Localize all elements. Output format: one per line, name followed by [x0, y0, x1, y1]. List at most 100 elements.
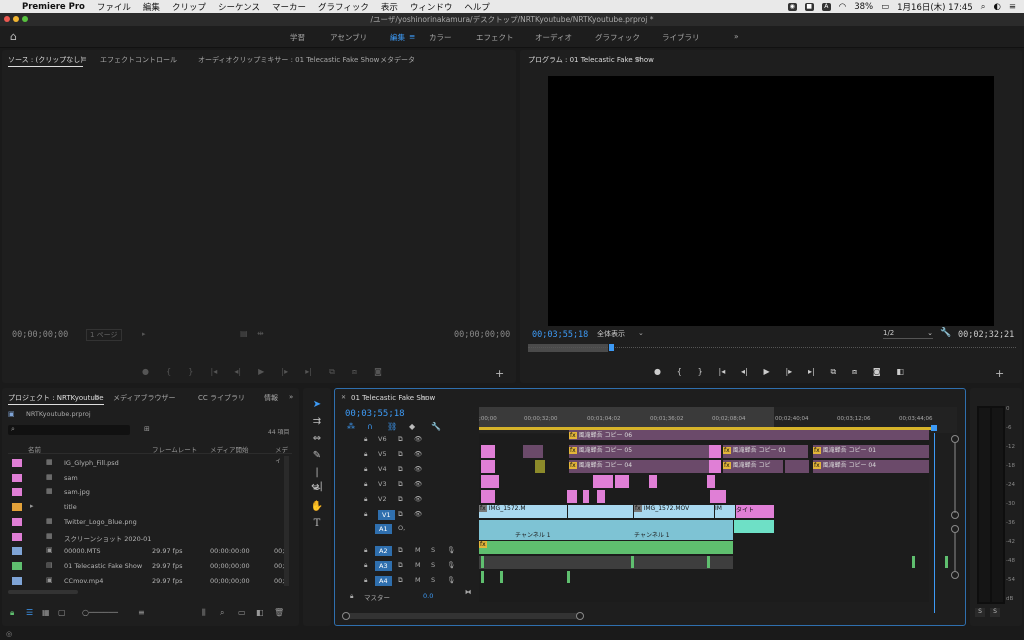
new-item-icon[interactable]: ◧: [256, 608, 264, 617]
workspace-menu-icon[interactable]: ≡: [409, 32, 415, 41]
project-scrollbar[interactable]: [284, 456, 289, 586]
track-target-audio[interactable]: A4: [375, 576, 392, 586]
clip-v4-c[interactable]: fx 風滝蝉吾 コピー 04: [813, 460, 929, 473]
audio-clip-segment[interactable]: [912, 556, 915, 568]
audio-vertical-scrollbar[interactable]: [954, 533, 956, 571]
scroll-handle-left[interactable]: [342, 612, 350, 620]
source-step-back-icon[interactable]: ◂|: [234, 367, 241, 377]
audio-zoom-handle-bottom[interactable]: [951, 571, 959, 579]
project-row[interactable]: ▣ CCmov.mp4 29.97 fps 00;00;00;00 00;0: [8, 574, 292, 588]
timeline-close-icon[interactable]: ✕: [341, 394, 346, 401]
workspace-color[interactable]: カラー: [429, 32, 452, 43]
project-row[interactable]: ▦ IG_Glyph_Fill.psd: [8, 456, 292, 470]
program-playhead[interactable]: [609, 344, 614, 351]
track-eye-icon[interactable]: 👁︎: [414, 435, 422, 443]
master-volume-value[interactable]: 0.0: [423, 592, 433, 600]
audio-clip-segment[interactable]: [481, 556, 484, 568]
menu-graphics[interactable]: グラフィック: [318, 1, 369, 13]
track-eye-icon[interactable]: 👁︎: [414, 465, 422, 473]
program-add-button-icon[interactable]: +: [995, 367, 1004, 380]
clear-icon[interactable]: 🗑︎: [274, 608, 284, 617]
menu-help[interactable]: ヘルプ: [464, 1, 490, 13]
razor-tool-icon[interactable]: ✎: [310, 449, 324, 463]
project-search-input[interactable]: ⌕: [8, 425, 130, 435]
track-target-audio[interactable]: A3: [375, 561, 392, 571]
track-lock-icon[interactable]: 🔒︎: [364, 480, 367, 489]
clip-a1-waveform[interactable]: チャンネル 1 チャンネル 1: [479, 520, 733, 540]
track-lock-icon[interactable]: 🔒︎: [364, 561, 367, 570]
master-lock-icon[interactable]: 🔒︎: [350, 592, 353, 601]
bin-expand-icon[interactable]: ▸: [30, 502, 39, 511]
project-row[interactable]: ▸ title: [8, 500, 292, 514]
sort-icon[interactable]: ≡: [138, 608, 145, 617]
clip-v1-b[interactable]: fx IMG_1572.MOV: [634, 505, 714, 518]
clip-v1-c[interactable]: IM: [715, 505, 735, 518]
user-icon[interactable]: ◐: [993, 2, 1000, 12]
track-mic-icon[interactable]: 🎙︎: [447, 576, 455, 584]
clip-v4-b[interactable]: fx 風滝蝉吾 コピ: [723, 460, 783, 473]
program-compare-icon[interactable]: ◧: [896, 367, 904, 377]
tab-metadata[interactable]: メタデータ: [380, 55, 415, 65]
video-clip[interactable]: [583, 490, 589, 503]
source-timecode[interactable]: 00;00;00;00: [12, 330, 68, 340]
solo-right-button[interactable]: S: [990, 608, 1000, 617]
ripple-edit-tool-icon[interactable]: ⇔: [310, 432, 324, 446]
track-name[interactable]: V3: [378, 480, 387, 488]
track-lock-icon[interactable]: 🔒︎: [364, 450, 367, 459]
automate-sequence-icon[interactable]: ⫼: [202, 608, 206, 618]
program-out-icon[interactable]: }: [698, 367, 703, 377]
program-marker-icon[interactable]: ●: [654, 367, 661, 377]
solo-left-button[interactable]: S: [975, 608, 985, 617]
video-clip[interactable]: [593, 475, 613, 488]
audio-clip-segment[interactable]: [945, 556, 948, 568]
program-playhead-timecode[interactable]: 00;03;55;18: [532, 330, 588, 340]
source-goto-in-icon[interactable]: |◂: [211, 367, 218, 377]
tab-cc-libraries[interactable]: CC ライブラリ: [198, 393, 245, 403]
track-eye-icon[interactable]: 👁︎: [414, 510, 422, 518]
track-name[interactable]: V4: [378, 465, 387, 473]
video-clip[interactable]: [707, 475, 715, 488]
project-row[interactable]: ▦ sam: [8, 471, 292, 485]
track-name[interactable]: V2: [378, 495, 387, 503]
workspace-audio[interactable]: オーディオ: [535, 32, 572, 43]
source-goto-out-icon[interactable]: ▸|: [305, 367, 312, 377]
workspace-libraries[interactable]: ライブラリ: [662, 32, 700, 43]
source-overwrite-icon[interactable]: ⧈: [352, 367, 357, 377]
workspace-more-button[interactable]: »: [734, 32, 739, 41]
tab-project-menu-icon[interactable]: ≡: [94, 393, 100, 401]
clip-v5-pink-b[interactable]: [709, 445, 721, 458]
timeline-menu-icon[interactable]: ≡: [421, 394, 427, 402]
track-target-audio[interactable]: A1: [375, 524, 392, 534]
video-zoom-handle-bottom[interactable]: [951, 511, 959, 519]
source-in-icon[interactable]: {: [166, 367, 171, 377]
zoom-slider[interactable]: ○──────: [82, 608, 118, 617]
clip-v5-b[interactable]: fx 風滝蝉吾 コピー 01: [723, 445, 808, 458]
video-clip[interactable]: [481, 490, 495, 503]
scroll-handle-right[interactable]: [576, 612, 584, 620]
program-play-icon[interactable]: ▶: [764, 367, 770, 377]
project-row[interactable]: ▦ スクリーンショット 2020-01: [8, 530, 292, 544]
program-zoom-select[interactable]: 全体表示: [594, 329, 628, 339]
track-select-tool-icon[interactable]: ⇉: [310, 415, 324, 429]
track-solo-icon[interactable]: S: [431, 546, 435, 554]
tab-media-browser[interactable]: メディアブラウザー: [113, 393, 176, 403]
track-lock-icon[interactable]: 🔒︎: [364, 546, 367, 555]
track-sync-icon[interactable]: ⧉: [398, 480, 403, 489]
type-tool-icon[interactable]: T: [310, 517, 324, 531]
source-fit-icon[interactable]: ⇹: [257, 329, 264, 338]
audio-zoom-handle-top[interactable]: [951, 525, 959, 533]
program-goto-out-icon[interactable]: ▸|: [808, 367, 815, 377]
linked-selection-icon[interactable]: ⛓: [387, 422, 397, 431]
new-bin-icon[interactable]: ▭: [238, 608, 246, 617]
project-row[interactable]: ▦ sam.jpg: [8, 485, 292, 499]
tab-project[interactable]: プロジェクト : NRTKyoutube: [8, 393, 104, 405]
program-video-frame[interactable]: [548, 76, 994, 326]
clip-v1-a[interactable]: fx IMG_1572.M: [479, 505, 567, 518]
track-mic-icon[interactable]: 🎙︎: [447, 561, 455, 569]
track-name[interactable]: V5: [378, 450, 387, 458]
clip-v4-olive[interactable]: [535, 460, 545, 473]
source-camera-icon[interactable]: ◙: [374, 367, 382, 377]
video-clip[interactable]: [710, 490, 726, 503]
pen-tool-icon[interactable]: ✒: [310, 483, 324, 497]
project-row[interactable]: ▤ 01 Telecastic Fake Show 29.97 fps 00;00;0…: [8, 559, 292, 573]
